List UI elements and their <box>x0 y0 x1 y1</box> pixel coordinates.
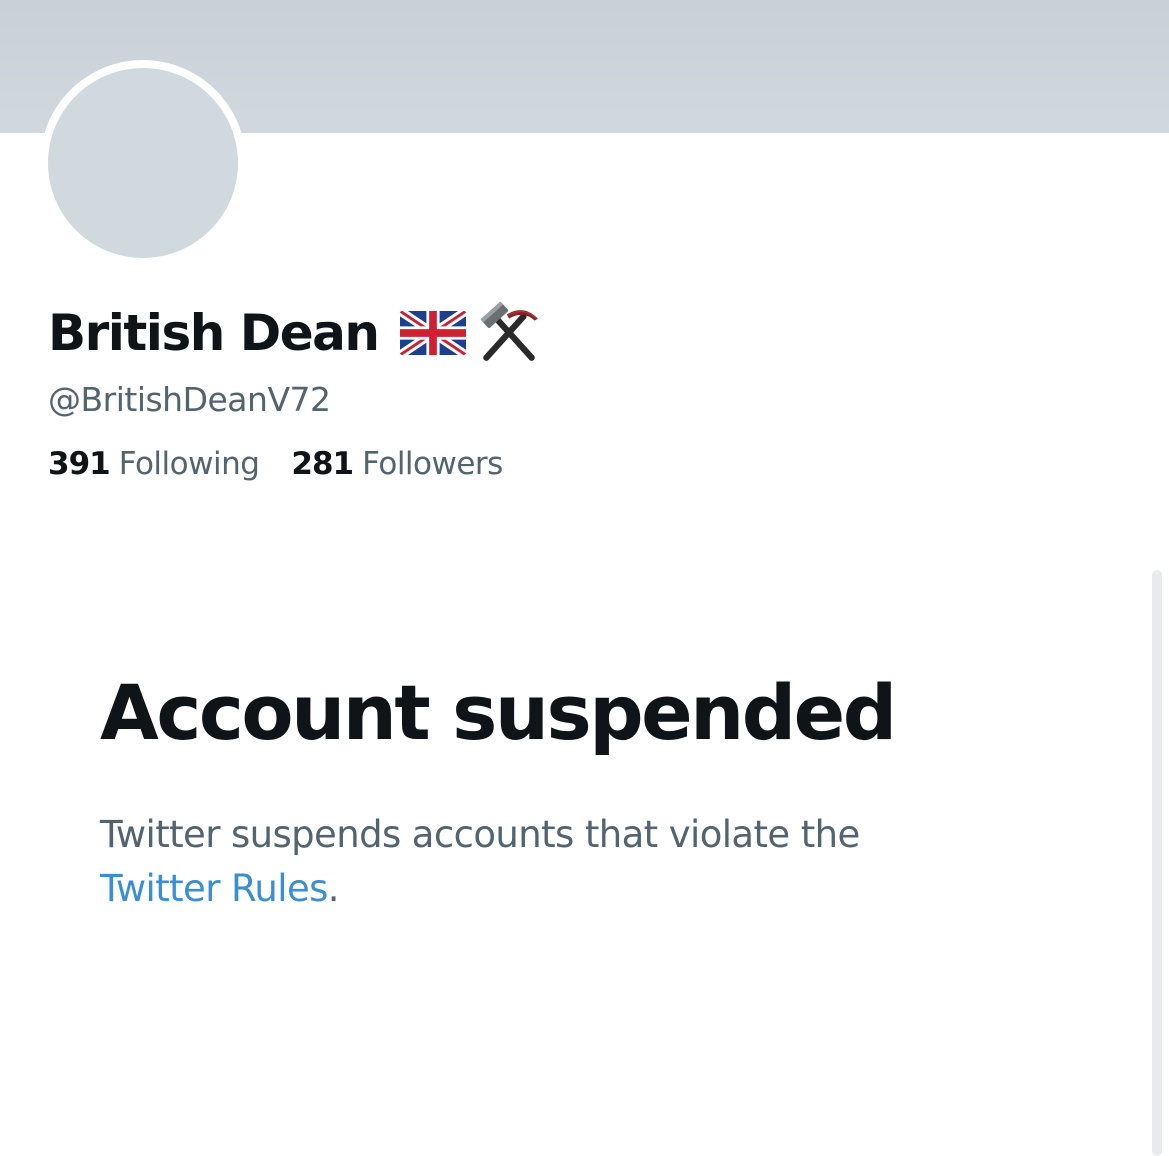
following-label: Following <box>118 446 260 482</box>
message-period: . <box>327 867 340 910</box>
followers-count: 281 <box>291 446 354 482</box>
suspended-message-text: Twitter suspends accounts that violate t… <box>100 813 860 856</box>
display-name: British Dean <box>48 304 380 362</box>
following-stat[interactable]: 391 Following <box>48 446 260 482</box>
uk-flag-icon <box>400 311 467 355</box>
profile-handle: @BritishDeanV72 <box>48 380 331 419</box>
scrollbar[interactable] <box>1152 570 1162 1156</box>
following-count: 391 <box>48 446 111 482</box>
follow-stats: 391 Following 281 Followers <box>48 446 503 482</box>
suspended-title: Account suspended <box>100 668 897 757</box>
profile-name-row: British Dean <box>48 295 542 371</box>
followers-stat[interactable]: 281 Followers <box>291 446 503 482</box>
twitter-rules-link[interactable]: Twitter Rules <box>100 867 328 910</box>
suspended-message: Twitter suspends accounts that violate t… <box>100 808 1020 916</box>
avatar[interactable] <box>48 68 238 258</box>
followers-label: Followers <box>362 446 503 482</box>
hammer-and-pick-icon <box>481 301 539 361</box>
